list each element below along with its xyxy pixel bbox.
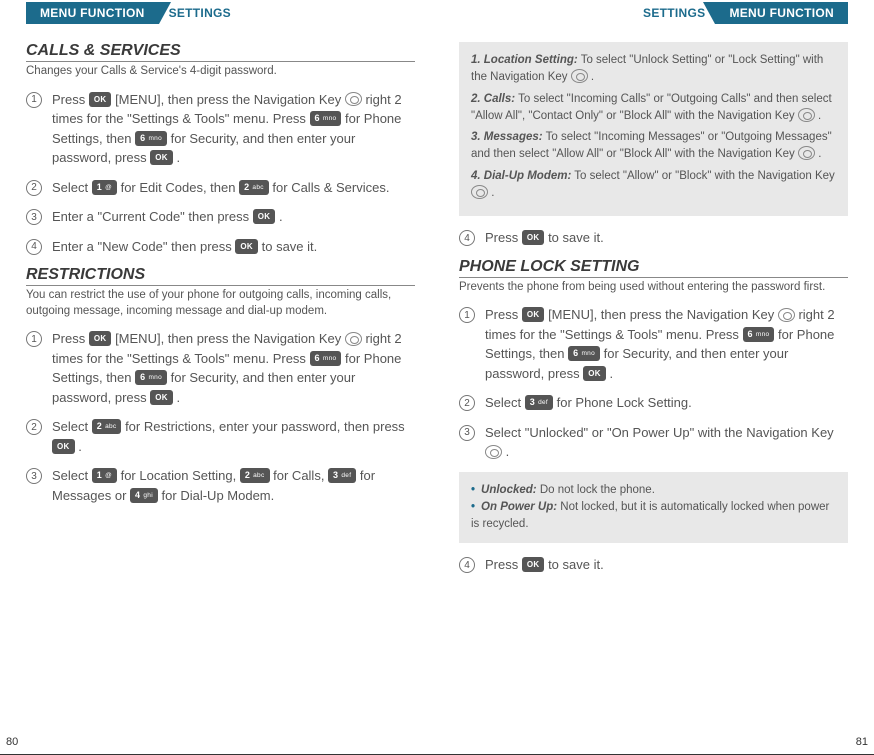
steps-list: 1 Press OK [MENU], then press the Naviga… bbox=[26, 329, 415, 505]
key-6-icon: 6mno bbox=[568, 346, 600, 361]
steps-list: 1 Press OK [MENU], then press the Naviga… bbox=[26, 90, 415, 257]
section-subtitle: Changes your Calls & Service's 4-digit p… bbox=[26, 64, 415, 80]
ok-key-icon: OK bbox=[89, 331, 112, 346]
key-2-icon: 2abc bbox=[239, 180, 269, 195]
step-1: 1 Press OK [MENU], then press the Naviga… bbox=[26, 90, 415, 168]
section-subtitle: You can restrict the use of your phone f… bbox=[26, 288, 415, 319]
step-number-icon: 1 bbox=[459, 307, 475, 323]
step-number-icon: 3 bbox=[459, 425, 475, 441]
step-3: 3 Select 1@ for Location Setting, 2abc f… bbox=[26, 466, 415, 505]
section-phone-lock: PHONE LOCK SETTING bbox=[459, 258, 848, 278]
steps-list: 1 Press OK [MENU], then press the Naviga… bbox=[459, 305, 848, 462]
step-4: 4 Press OK to save it. bbox=[459, 555, 848, 575]
key-6-icon: 6mno bbox=[310, 351, 342, 366]
step-3: 3 Enter a "Current Code" then press OK . bbox=[26, 207, 415, 227]
step-number-icon: 2 bbox=[459, 395, 475, 411]
step-number-icon: 4 bbox=[459, 230, 475, 246]
step-3: 3 Select "Unlocked" or "On Power Up" wit… bbox=[459, 423, 848, 462]
step-number-icon: 1 bbox=[26, 92, 42, 108]
step-number-icon: 2 bbox=[26, 419, 42, 435]
steps-list: 4 Press OK to save it. bbox=[459, 228, 848, 248]
step-1: 1 Press OK [MENU], then press the Naviga… bbox=[459, 305, 848, 383]
step-2: 2 Select 1@ for Edit Codes, then 2abc fo… bbox=[26, 178, 415, 198]
key-3-icon: 3def bbox=[525, 395, 553, 410]
nav-ring-icon bbox=[345, 92, 362, 106]
step-1: 1 Press OK [MENU], then press the Naviga… bbox=[26, 329, 415, 407]
restrictions-detail-box: 1. Location Setting: To select "Unlock S… bbox=[459, 42, 848, 216]
step-number-icon: 3 bbox=[26, 209, 42, 225]
step-2: 2 Select 3def for Phone Lock Setting. bbox=[459, 393, 848, 413]
page-80: MENU FUNCTION SETTINGS CALLS & SERVICES … bbox=[0, 0, 437, 755]
lock-options-box: Unlocked: Do not lock the phone. On Powe… bbox=[459, 472, 848, 544]
nav-ring-icon bbox=[798, 108, 815, 122]
ok-key-icon: OK bbox=[583, 366, 606, 381]
key-1-icon: 1@ bbox=[92, 180, 117, 195]
list-item: Unlocked: Do not lock the phone. bbox=[471, 482, 836, 499]
header-tabs-right: SETTINGS MENU FUNCTION bbox=[459, 0, 848, 24]
ok-key-icon: OK bbox=[235, 239, 258, 254]
key-6-icon: 6mno bbox=[743, 327, 775, 342]
nav-ring-icon bbox=[471, 185, 488, 199]
step-number-icon: 4 bbox=[459, 557, 475, 573]
section-restrictions: RESTRICTIONS bbox=[26, 266, 415, 286]
section-calls-services: CALLS & SERVICES bbox=[26, 42, 415, 62]
page-number: 80 bbox=[6, 736, 18, 748]
key-6-icon: 6mno bbox=[135, 131, 167, 146]
key-4-icon: 4ghi bbox=[130, 488, 158, 503]
list-item: On Power Up: Not locked, but it is autom… bbox=[471, 499, 836, 534]
step-2: 2 Select 2abc for Restrictions, enter yo… bbox=[26, 417, 415, 456]
main-tab: MENU FUNCTION bbox=[26, 2, 159, 24]
nav-ring-icon bbox=[778, 308, 795, 322]
ok-key-icon: OK bbox=[89, 92, 112, 107]
nav-ring-icon bbox=[485, 445, 502, 459]
step-number-icon: 3 bbox=[26, 468, 42, 484]
key-1-icon: 1@ bbox=[92, 468, 117, 483]
ok-key-icon: OK bbox=[522, 557, 545, 572]
steps-list: 4 Press OK to save it. bbox=[459, 555, 848, 575]
key-2-icon: 2abc bbox=[92, 419, 122, 434]
ok-key-icon: OK bbox=[150, 150, 173, 165]
page-number: 81 bbox=[856, 736, 868, 748]
ok-key-icon: OK bbox=[52, 439, 75, 454]
nav-ring-icon bbox=[571, 69, 588, 83]
ok-key-icon: OK bbox=[150, 390, 173, 405]
main-tab: MENU FUNCTION bbox=[715, 2, 848, 24]
key-6-icon: 6mno bbox=[135, 370, 167, 385]
step-number-icon: 4 bbox=[26, 239, 42, 255]
nav-ring-icon bbox=[345, 332, 362, 346]
key-2-icon: 2abc bbox=[240, 468, 270, 483]
section-subtitle: Prevents the phone from being used witho… bbox=[459, 280, 848, 296]
sub-tab: SETTINGS bbox=[159, 2, 241, 24]
header-tabs-left: MENU FUNCTION SETTINGS bbox=[26, 0, 415, 24]
step-4: 4 Press OK to save it. bbox=[459, 228, 848, 248]
key-6-icon: 6mno bbox=[310, 111, 342, 126]
page-81: SETTINGS MENU FUNCTION 1. Location Setti… bbox=[437, 0, 874, 755]
ok-key-icon: OK bbox=[522, 307, 545, 322]
key-3-icon: 3def bbox=[328, 468, 356, 483]
ok-key-icon: OK bbox=[253, 209, 276, 224]
ok-key-icon: OK bbox=[522, 230, 545, 245]
step-number-icon: 2 bbox=[26, 180, 42, 196]
step-number-icon: 1 bbox=[26, 331, 42, 347]
step-4: 4 Enter a "New Code" then press OK to sa… bbox=[26, 237, 415, 257]
nav-ring-icon bbox=[798, 146, 815, 160]
